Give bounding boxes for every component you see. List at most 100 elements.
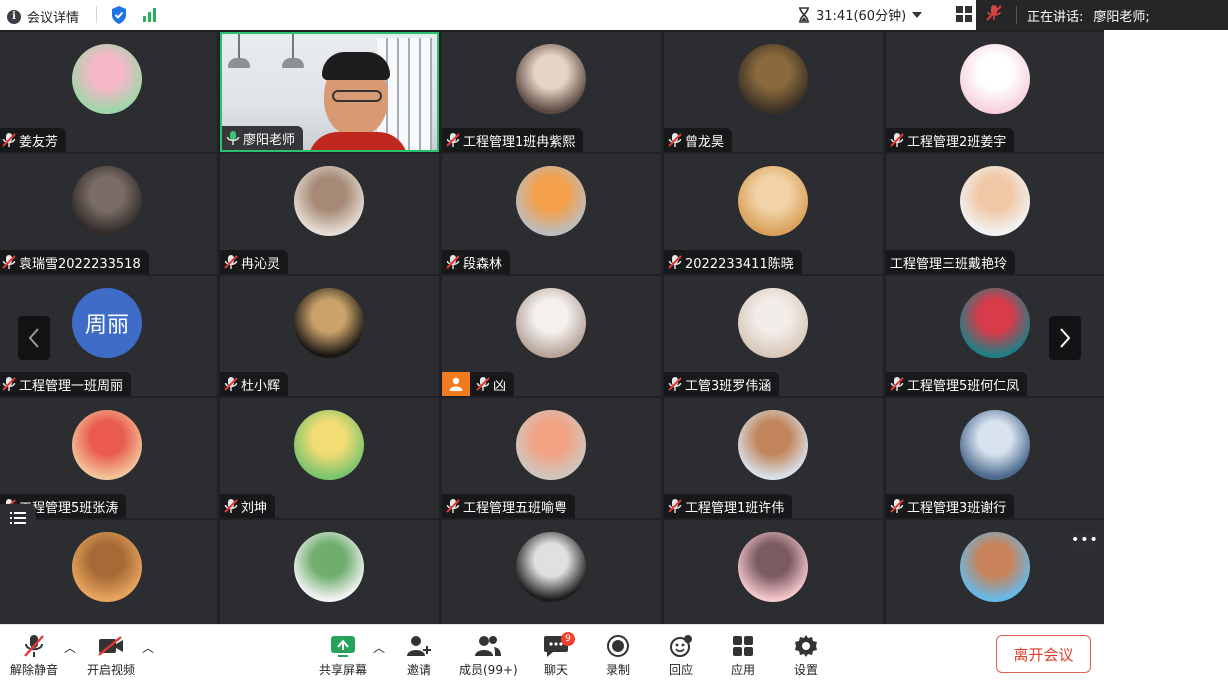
meeting-info-button[interactable]: i 会议详情: [7, 7, 79, 26]
more-options-icon[interactable]: •••: [1071, 533, 1098, 553]
participant-name: 袁瑞雪2022233518: [19, 256, 141, 272]
avatar: [294, 532, 364, 602]
participant-tile[interactable]: 刘坤: [220, 398, 439, 518]
start-video-button[interactable]: 开启视频: [87, 631, 135, 678]
participant-name: 工程管理一班周丽: [19, 378, 124, 394]
mic-muted-icon: [668, 254, 682, 270]
reactions-label: 回应: [668, 663, 693, 677]
settings-label: 设置: [793, 663, 818, 677]
participant-tile[interactable]: 工程管理三班戴艳玲: [886, 154, 1104, 274]
participant-tile[interactable]: 段森林: [442, 154, 661, 274]
share-screen-label: 共享屏幕: [319, 663, 368, 677]
participant-name-label: 刘坤: [220, 494, 276, 518]
chevron-left-icon: [28, 328, 39, 348]
participant-name-label: 工程管理1班冉紫熙: [442, 128, 584, 152]
participant-tile[interactable]: [0, 520, 217, 624]
participant-tile[interactable]: 姜友芳: [0, 32, 217, 152]
hourglass-icon: [799, 6, 809, 23]
gallery-view-icon[interactable]: [955, 5, 973, 27]
mic-muted-icon: [446, 498, 460, 514]
mic-muted-icon: [2, 132, 16, 148]
participant-tile[interactable]: 袁瑞雪2022233518: [0, 154, 217, 274]
timer-text: 31:41(60分钟): [816, 9, 907, 24]
participant-tile[interactable]: 凶: [442, 276, 661, 396]
participant-tile[interactable]: 工程管理5班张涛: [0, 398, 217, 518]
mic-muted-icon: [668, 376, 682, 392]
start-video-label: 开启视频: [87, 663, 136, 677]
participant-name: 曾龙昊: [685, 134, 725, 150]
participant-tile[interactable]: 工程管理2班姜宇: [886, 32, 1104, 152]
mic-muted-icon: [476, 376, 490, 392]
avatar: [516, 288, 586, 358]
video-off-icon: [98, 636, 123, 656]
participant-name: 工程管理五班喻粤: [463, 500, 568, 516]
unmute-button[interactable]: 解除静音: [10, 631, 58, 678]
mic-muted-icon: [24, 635, 44, 657]
participant-name-label: 工程管理三班戴艳玲: [886, 250, 1016, 274]
avatar: [72, 44, 142, 114]
gallery-grid: 姜友芳 廖阳老师 工程管理1班冉紫熙 曾龙昊 工程管理2班姜宇袁瑞雪2022233518…: [0, 30, 1104, 624]
participant-tile[interactable]: 工程管理五班喻粤: [442, 398, 661, 518]
video-options-caret-icon[interactable]: ︿: [142, 639, 154, 656]
participant-tile[interactable]: [442, 520, 661, 624]
apps-button[interactable]: 应用: [731, 631, 755, 678]
network-signal-icon[interactable]: [142, 5, 160, 27]
mic-muted-icon: [668, 132, 682, 148]
members-label: 成员(99+): [459, 663, 518, 677]
participant-name-label: 杜小辉: [220, 372, 289, 396]
avatar: 周丽: [72, 288, 142, 358]
participant-tile[interactable]: 工程管理1班冉紫熙: [442, 32, 661, 152]
participant-tile[interactable]: [220, 520, 439, 624]
caret-down-icon: [912, 11, 923, 18]
share-screen-button[interactable]: 共享屏幕: [319, 631, 367, 678]
chat-button[interactable]: 9 聊天: [543, 631, 575, 678]
participant-tile[interactable]: 廖阳老师: [220, 32, 439, 152]
chat-label: 聊天: [543, 663, 568, 677]
reactions-icon: [670, 635, 692, 657]
participant-name: 工程管理1班许伟: [685, 500, 785, 516]
participant-name: 工程管理1班冉紫熙: [463, 134, 576, 150]
participant-tile[interactable]: 曾龙昊: [664, 32, 883, 152]
mic-muted-icon: [986, 4, 1002, 26]
meeting-timer[interactable]: 31:41(60分钟): [798, 5, 923, 24]
participant-tile[interactable]: [664, 520, 883, 624]
reactions-button[interactable]: 回应: [668, 631, 694, 678]
participant-name-label: 凶: [442, 372, 515, 396]
security-shield-icon[interactable]: [110, 5, 128, 29]
avatar: [738, 288, 808, 358]
participant-name-label: 工程管理五班喻粤: [442, 494, 576, 518]
members-button[interactable]: 成员(99+): [459, 631, 518, 678]
leave-meeting-button[interactable]: 离开会议: [996, 635, 1091, 673]
participant-name: 刘坤: [241, 500, 268, 516]
participant-name-label: 廖阳老师: [222, 126, 304, 150]
participant-name: 杜小辉: [241, 378, 281, 394]
participant-name: 2022233411陈晓: [685, 256, 794, 272]
share-options-caret-icon[interactable]: ︿: [373, 639, 385, 656]
mic-muted-icon: [2, 254, 16, 270]
participant-name: 段森林: [463, 256, 503, 272]
next-page-button[interactable]: [1049, 316, 1081, 360]
previous-page-button[interactable]: [18, 316, 50, 360]
avatar: [738, 44, 808, 114]
avatar: [960, 44, 1030, 114]
avatar: [516, 410, 586, 480]
participant-name: 廖阳老师: [243, 132, 296, 148]
participant-name-label: 冉沁灵: [220, 250, 289, 274]
participant-tile[interactable]: 工程管理3班谢行: [886, 398, 1104, 518]
participant-tile[interactable]: 杜小辉: [220, 276, 439, 396]
record-button[interactable]: 录制: [606, 631, 630, 678]
list-view-icon[interactable]: [0, 504, 36, 532]
top-bar: i 会议详情 31:41(60分钟) 正在讲话: 廖阳老师;: [0, 0, 1228, 30]
settings-button[interactable]: 设置: [793, 631, 819, 678]
audio-options-caret-icon[interactable]: ︿: [64, 639, 76, 656]
avatar: [516, 532, 586, 602]
participant-tile[interactable]: 工管3班罗伟涵: [664, 276, 883, 396]
divider: [1016, 6, 1017, 24]
avatar: [516, 44, 586, 114]
avatar: [738, 532, 808, 602]
participant-tile[interactable]: 工程管理1班许伟: [664, 398, 883, 518]
participant-tile[interactable]: 2022233411陈晓: [664, 154, 883, 274]
mic-muted-icon: [890, 376, 904, 392]
invite-button[interactable]: 邀请: [406, 631, 432, 678]
participant-tile[interactable]: 冉沁灵: [220, 154, 439, 274]
